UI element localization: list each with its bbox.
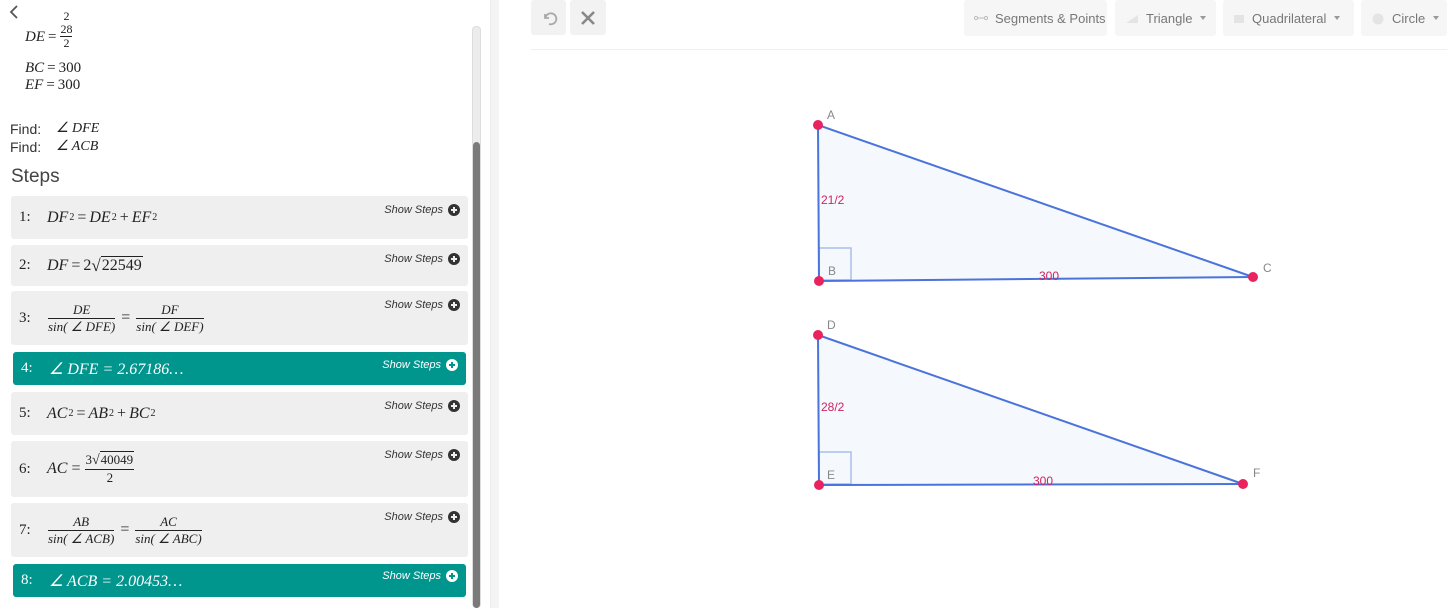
step-3-formula: DE sin( ∠ DFE) = DF sin( ∠ DEF) [48,301,204,334]
triangle-tool[interactable]: Triangle [1115,0,1216,36]
caret-down-icon [1200,16,1207,20]
segment-icon [974,15,988,21]
plus-circle-icon [446,570,458,582]
step-6-formula: AC = 3√40049 2 [47,451,135,485]
segment-ab[interactable] [817,124,820,282]
plus-circle-icon [448,400,460,412]
step-7-formula: AB sin( ∠ ACB) = AC sin( ∠ ABC) [48,513,202,546]
segment-de[interactable] [817,334,820,486]
segment-ac[interactable] [817,124,1254,278]
step-4[interactable]: 4: ∠ DFE = 2.67186… Show Steps [13,352,466,385]
undo-button[interactable] [531,0,566,35]
show-steps-button[interactable]: Show Steps [384,204,460,216]
step-4-result: ∠ DFE = 2.67186… [49,360,184,378]
length-ef: 300 [1033,474,1053,488]
right-angle-marker-e [818,451,852,485]
step-8-result: ∠ ACB = 2.00453… [49,572,183,590]
clear-button[interactable] [570,0,606,35]
length-bc: 300 [1039,269,1059,283]
label-a: A [827,108,835,122]
plus-circle-icon [446,359,458,371]
chevron-left-icon [9,5,18,19]
label-c: C [1263,261,1272,275]
find-row-acb: Find: ∠ ACB [10,138,99,155]
plus-circle-icon [448,253,460,265]
step-1[interactable]: 1: DF 2 = DE 2 + EF 2 Show Steps [11,196,468,239]
step-2-formula: DF = 2 √ 22549 [47,255,143,275]
length-ab: 21/2 [821,193,845,207]
steps-heading: Steps [11,166,60,187]
quadrilateral-icon [1234,15,1244,23]
segments-points-tool[interactable]: Segments & Points [964,0,1107,36]
point-b[interactable] [814,276,824,286]
quadrilateral-tool[interactable]: Quadrilateral [1223,0,1354,36]
point-f[interactable] [1238,479,1248,489]
given-ef: EF = 300 [25,77,81,93]
show-steps-button[interactable]: Show Steps [384,400,460,412]
point-e[interactable] [814,480,824,490]
given-de-numerator: 28 [60,22,73,36]
step-6[interactable]: 6: AC = 3√40049 2 Show Steps [11,441,468,497]
label-d: D [827,318,836,332]
show-steps-button[interactable]: Show Steps [384,449,460,461]
plus-circle-icon [448,511,460,523]
length-de: 28/2 [821,400,845,414]
step-2[interactable]: 2: DF = 2 √ 22549 Show Steps [11,245,468,286]
scrollbar-thumb[interactable] [473,142,480,608]
toolbar-separator [531,49,1447,50]
given-values: DE = 2 28 2 BC = 300 EF = 300 [25,9,82,94]
show-steps-button[interactable]: Show Steps [384,511,460,523]
show-steps-button[interactable]: Show Steps [384,253,460,265]
undo-icon [543,11,557,25]
step-8[interactable]: 8: ∠ ACB = 2.00453… Show Steps [13,564,466,597]
label-e: E [827,468,835,482]
show-steps-button[interactable]: Show Steps [382,570,458,582]
right-angle-marker-b [818,247,852,281]
given-bc: BC = 300 [25,60,82,76]
point-c[interactable] [1248,272,1258,282]
plus-circle-icon [448,299,460,311]
triangle-def-fill [818,335,1243,485]
caret-down-icon [1433,16,1440,20]
given-de-label: DE [25,28,45,45]
circle-tool[interactable]: Circle [1361,0,1447,36]
panel-divider[interactable] [490,0,499,608]
show-steps-button[interactable]: Show Steps [384,299,460,311]
given-de-denominator: 2 [63,36,70,50]
close-icon [581,10,595,25]
triangle-abc-fill [818,125,1253,281]
plus-circle-icon [448,204,460,216]
point-a[interactable] [813,120,823,130]
solution-panel: DE = 2 28 2 BC = 300 EF = 300 Find: ∠ DF… [0,0,490,608]
triangle-icon [1126,15,1138,23]
circle-icon [1372,13,1384,25]
show-steps-button[interactable]: Show Steps [382,359,458,371]
step-5-formula: AC 2 = AB 2 + BC 2 [47,404,156,422]
label-b: B [828,264,836,278]
point-d[interactable] [813,330,823,340]
label-f: F [1253,466,1260,480]
segment-bc[interactable] [818,276,1254,282]
segment-ef[interactable] [818,483,1244,486]
step-1-formula: DF 2 = DE 2 + EF 2 [47,208,158,226]
plus-circle-icon [448,449,460,461]
given-de: DE = 2 28 2 [25,9,73,50]
step-5[interactable]: 5: AC 2 = AB 2 + BC 2 Show Steps [11,392,468,435]
find-row-dfe: Find: ∠ DFE [10,120,100,137]
step-7[interactable]: 7: AB sin( ∠ ACB) = AC sin( ∠ ABC) Show St… [11,503,468,557]
step-3[interactable]: 3: DE sin( ∠ DFE) = DF sin( ∠ DEF) Show St… [11,291,468,345]
segment-df[interactable] [817,334,1244,485]
back-button[interactable] [6,2,22,22]
caret-down-icon [1334,16,1341,20]
